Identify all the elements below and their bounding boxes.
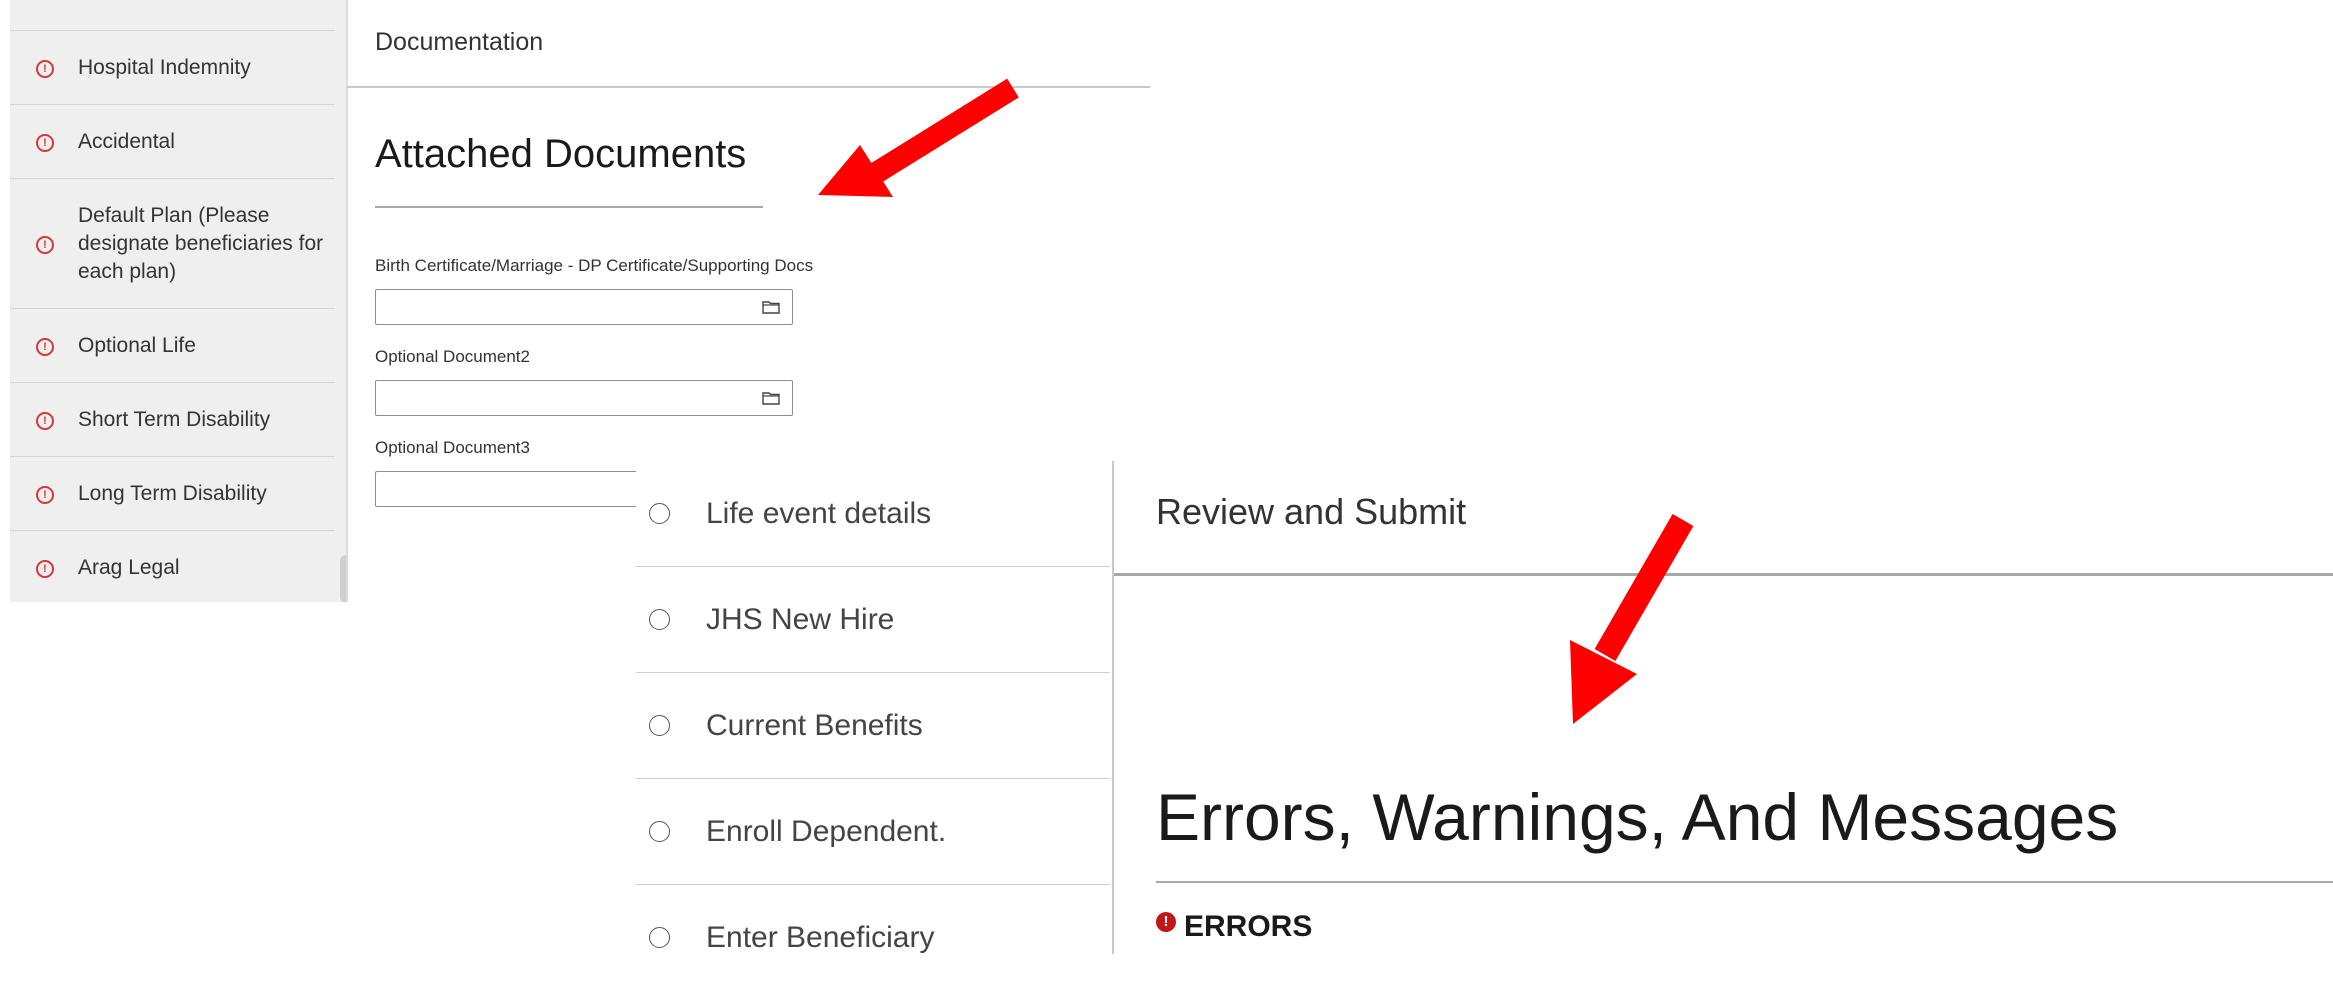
step-label: Enter Beneficiary — [706, 921, 935, 954]
step-radio-icon[interactable] — [649, 502, 670, 524]
warning-circle-icon: ! — [36, 235, 54, 254]
warning-circle-icon: ! — [36, 411, 54, 430]
sidebar-scrollbar[interactable] — [340, 555, 346, 602]
birth-certificate-file-input[interactable] — [375, 289, 793, 325]
steps-list: Life event details JHS New Hire Current … — [636, 461, 1114, 954]
optional-document2-file-input[interactable] — [375, 380, 793, 416]
sidebar-item-arag-legal[interactable]: ! Arag Legal — [10, 531, 335, 602]
step-radio-icon[interactable] — [649, 820, 670, 842]
sidebar-item-label: Hospital Indemnity — [78, 55, 251, 79]
sidebar-item-label: Short Term Disability — [78, 407, 271, 431]
warning-circle-icon: ! — [36, 559, 54, 578]
optional-document3-label: Optional Document3 — [375, 438, 530, 457]
sidebar-item-optional-life[interactable]: ! Optional Life — [10, 309, 335, 383]
step-label: Life event details — [706, 496, 932, 530]
sidebar-item-label: Optional Life — [78, 333, 196, 357]
step-enter-beneficiary[interactable]: Enter Beneficiary — [636, 885, 1110, 991]
attached-documents-title: Attached Documents — [375, 132, 747, 176]
sidebar-item-label: Accidental — [78, 129, 175, 153]
sidebar-item-label: Long Term Disability — [78, 481, 267, 505]
review-header-text: Review and Submit — [1156, 491, 1467, 532]
warning-circle-icon: ! — [36, 59, 54, 78]
title-divider — [375, 206, 763, 208]
sidebar-item-hospital-indemnity[interactable]: ! Hospital Indemnity — [10, 31, 335, 105]
plan-list: ! Hospital Indemnity ! Accidental ! Defa… — [10, 30, 335, 602]
error-exclamation-icon: ! — [1156, 912, 1176, 932]
folder-icon[interactable] — [762, 391, 780, 405]
step-jhs-new-hire[interactable]: JHS New Hire — [636, 567, 1110, 673]
step-label: JHS New Hire — [706, 602, 895, 636]
step-label: Enroll Dependent. — [706, 814, 947, 848]
step-radio-icon[interactable] — [649, 927, 670, 948]
warning-circle-icon: ! — [36, 133, 54, 152]
plan-sidebar: ! Hospital Indemnity ! Accidental ! Defa… — [10, 0, 348, 602]
step-label: Current Benefits — [706, 708, 923, 742]
errors-label: ERRORS — [1184, 910, 1313, 943]
sidebar-item-accidental[interactable]: ! Accidental — [10, 105, 335, 179]
sidebar-item-default-plan[interactable]: ! Default Plan (Please designate benefic… — [10, 179, 335, 309]
optional-document2-label: Optional Document2 — [375, 347, 530, 366]
review-header: Review and Submit — [1114, 461, 2333, 576]
step-current-benefits[interactable]: Current Benefits — [636, 673, 1110, 779]
sidebar-item-label: Arag Legal — [78, 555, 180, 579]
birth-certificate-label: Birth Certificate/Marriage - DP Certific… — [375, 256, 814, 275]
step-enroll-dependent[interactable]: Enroll Dependent. — [636, 779, 1110, 885]
warning-circle-icon: ! — [36, 485, 54, 504]
errors-warnings-title: Errors, Warnings, And Messages — [1156, 780, 2119, 854]
folder-icon[interactable] — [762, 300, 780, 314]
warning-circle-icon: ! — [36, 337, 54, 356]
step-life-event-details[interactable]: Life event details — [636, 461, 1110, 567]
step-radio-icon[interactable] — [649, 714, 670, 736]
errors-heading: ! ERRORS — [1156, 907, 1312, 947]
sidebar-item-label: Default Plan (Please designate beneficia… — [78, 203, 324, 283]
step-radio-icon[interactable] — [649, 608, 670, 630]
documentation-header: Documentation — [347, 0, 1150, 88]
title-divider — [1156, 881, 2333, 883]
documentation-header-text: Documentation — [375, 28, 544, 56]
sidebar-item-short-term-disability[interactable]: ! Short Term Disability — [10, 383, 335, 457]
sidebar-item-long-term-disability[interactable]: ! Long Term Disability — [10, 457, 335, 531]
review-submit-screenshot: Life event details JHS New Hire Current … — [636, 461, 2333, 954]
